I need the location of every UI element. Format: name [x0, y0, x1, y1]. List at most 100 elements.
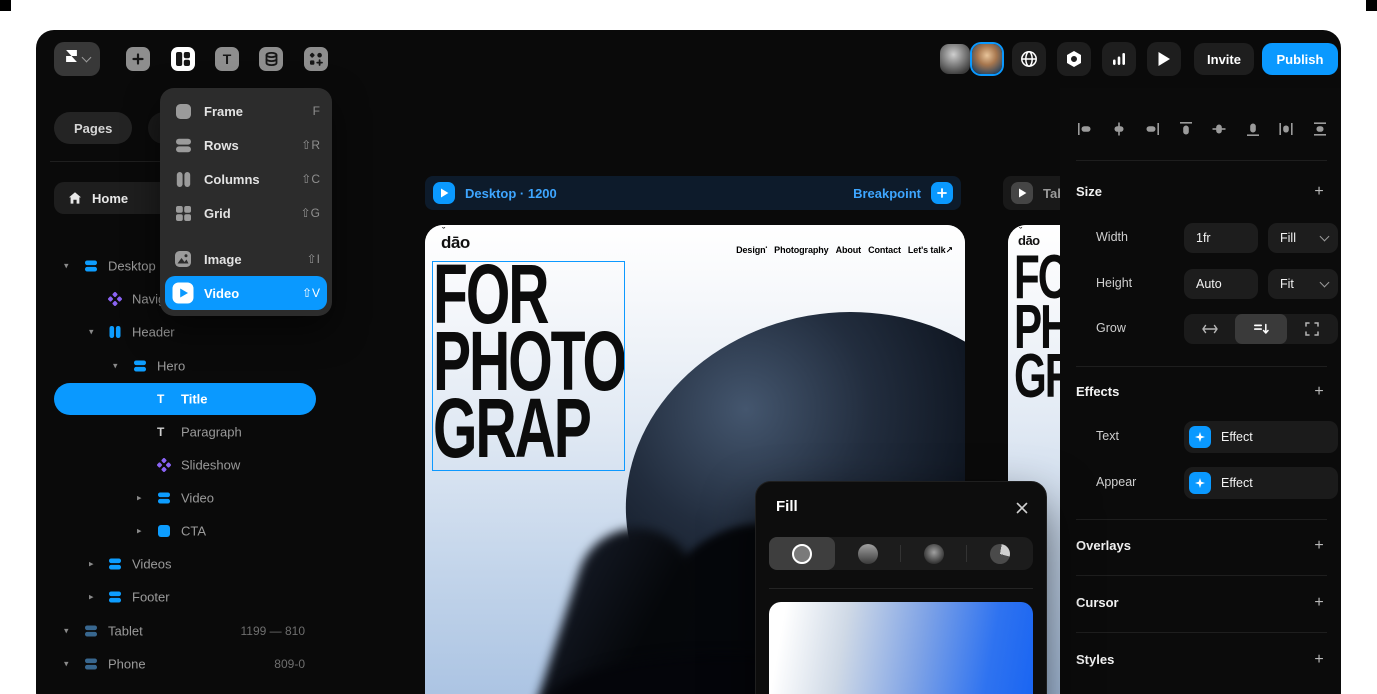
- preview-play-icon-tablet[interactable]: [1011, 182, 1033, 204]
- layer-row-slideshow[interactable]: Slideshow: [36, 449, 332, 481]
- component-icon: [157, 458, 171, 472]
- bar-chart-icon: [1111, 51, 1127, 67]
- text-effect-button[interactable]: Effect: [1184, 421, 1338, 453]
- fill-type-segmented-control: [769, 537, 1033, 570]
- align-center-horizontal-icon[interactable]: [1110, 120, 1128, 138]
- insert-plus-button[interactable]: [126, 47, 150, 71]
- layer-row-hero[interactable]: ▾ Hero: [36, 350, 332, 382]
- align-bottom-icon[interactable]: [1244, 120, 1262, 138]
- add-breakpoint-button[interactable]: [931, 182, 953, 204]
- rows-icon: [84, 259, 98, 273]
- plugins-button[interactable]: [1057, 42, 1091, 76]
- insert-cms-button[interactable]: [259, 47, 283, 71]
- layer-label: Phone: [108, 657, 146, 672]
- caret-down-icon[interactable]: ▾: [64, 659, 69, 670]
- globe-icon: [1020, 50, 1038, 68]
- analytics-button[interactable]: [1102, 42, 1136, 76]
- grow-text-option-selected[interactable]: [1235, 314, 1286, 344]
- layer-label: Paragraph: [181, 425, 242, 440]
- breakpoint-bar-desktop[interactable]: Desktop · 1200 Breakpoint: [425, 176, 961, 210]
- menu-item-frame[interactable]: FrameF: [160, 94, 332, 128]
- layer-row-video[interactable]: ▸ Video: [36, 482, 332, 514]
- publish-button[interactable]: Publish: [1262, 43, 1338, 75]
- preview-play-icon[interactable]: [433, 182, 455, 204]
- breakpoint-title[interactable]: Desktop · 1200: [465, 186, 557, 201]
- text-flow-down-icon: [1253, 323, 1269, 335]
- align-right-icon[interactable]: [1143, 120, 1161, 138]
- layer-label: Footer: [132, 590, 170, 605]
- width-input[interactable]: 1fr: [1184, 223, 1258, 253]
- align-center-vertical-icon[interactable]: [1210, 120, 1228, 138]
- collaborator-avatar-active[interactable]: [972, 44, 1002, 74]
- fill-type-solid-selected[interactable]: [769, 537, 835, 570]
- insert-text-button[interactable]: T: [215, 47, 239, 71]
- distribute-horizontal-icon[interactable]: [1277, 120, 1295, 138]
- size-section-title: Size: [1076, 184, 1102, 199]
- site-globe-button[interactable]: [1012, 42, 1046, 76]
- rows-icon: [133, 359, 147, 373]
- layer-row-footer[interactable]: ▸ Footer: [36, 581, 332, 613]
- layer-row-cta[interactable]: ▸ CTA: [36, 515, 332, 547]
- app-window: Desktop · 1200 Breakpoint ˇ dāo Design• …: [36, 30, 1341, 694]
- layer-row-tablet[interactable]: ▾ Tablet 1199 — 810: [36, 615, 332, 647]
- menu-item-columns[interactable]: Columns⇧C: [160, 162, 332, 196]
- width-mode-select[interactable]: Fill: [1268, 223, 1338, 253]
- insert-assets-button[interactable]: [304, 47, 328, 71]
- fill-type-angular[interactable]: [967, 537, 1033, 570]
- height-input[interactable]: Auto: [1184, 269, 1258, 299]
- angular-gradient-icon: [990, 544, 1010, 564]
- appear-effect-button[interactable]: Effect: [1184, 467, 1338, 499]
- sparkle-icon: [1189, 426, 1211, 448]
- height-mode-select[interactable]: Fit: [1268, 269, 1338, 299]
- nav-about: About: [836, 245, 862, 256]
- layer-row-title-selected[interactable]: T Title: [36, 383, 332, 415]
- scale-corners-icon: [1305, 322, 1319, 336]
- layer-row-phone[interactable]: ▾ Phone 809-0: [36, 648, 332, 680]
- grow-scale-option[interactable]: [1287, 314, 1338, 344]
- styles-add-button[interactable]: +: [1311, 651, 1327, 669]
- layer-row-header[interactable]: ▾ Header: [36, 316, 332, 348]
- menu-item-video-selected[interactable]: Video⇧V: [165, 276, 327, 310]
- framer-menu-button[interactable]: [54, 42, 100, 76]
- caret-down-icon[interactable]: ▾: [113, 361, 118, 372]
- caret-right-icon[interactable]: ▸: [137, 493, 142, 504]
- collaborator-avatar[interactable]: [940, 44, 970, 74]
- overlays-add-button[interactable]: +: [1311, 537, 1327, 555]
- menu-item-rows[interactable]: Rows⇧R: [160, 128, 332, 162]
- radial-gradient-icon: [924, 544, 944, 564]
- insert-layout-button-active[interactable]: [171, 47, 195, 71]
- size-add-button[interactable]: +: [1311, 183, 1327, 201]
- sidebar-tab-pages[interactable]: Pages: [54, 112, 132, 144]
- distribute-vertical-icon[interactable]: [1311, 120, 1329, 138]
- overlays-section-title: Overlays: [1076, 538, 1131, 553]
- text-tool-glyph: T: [223, 51, 232, 67]
- layer-row-paragraph[interactable]: T Paragraph: [36, 416, 332, 448]
- rows-icon: [108, 557, 122, 571]
- grow-horizontal-option[interactable]: [1184, 314, 1235, 344]
- breakpoint-add-label[interactable]: Breakpoint: [853, 186, 921, 201]
- component-icon: [108, 292, 122, 306]
- menu-item-grid[interactable]: Grid⇧G: [160, 196, 332, 230]
- align-left-icon[interactable]: [1076, 120, 1094, 138]
- layer-row-videos[interactable]: ▸ Videos: [36, 548, 332, 580]
- home-icon: [68, 191, 82, 205]
- caret-right-icon[interactable]: ▸: [137, 526, 142, 537]
- text-effect-label: Text: [1096, 429, 1119, 443]
- close-icon[interactable]: [1016, 502, 1028, 514]
- align-top-icon[interactable]: [1177, 120, 1195, 138]
- preview-button[interactable]: [1147, 42, 1181, 76]
- caret-down-icon[interactable]: ▾: [89, 327, 94, 338]
- caret-down-icon[interactable]: ▾: [64, 626, 69, 637]
- caret-down-icon[interactable]: ▾: [64, 261, 69, 272]
- effects-add-button[interactable]: +: [1311, 383, 1327, 401]
- cursor-add-button[interactable]: +: [1311, 594, 1327, 612]
- caret-right-icon[interactable]: ▸: [89, 559, 94, 570]
- layer-label: Slideshow: [181, 458, 240, 473]
- invite-button[interactable]: Invite: [1194, 43, 1254, 75]
- gradient-swatch[interactable]: [769, 602, 1033, 694]
- top-toolbar: T Invite Publish: [36, 30, 1341, 88]
- fill-type-linear[interactable]: [835, 537, 901, 570]
- fill-type-radial[interactable]: [901, 537, 967, 570]
- menu-item-image[interactable]: Image⇧I: [160, 242, 332, 276]
- caret-right-icon[interactable]: ▸: [89, 592, 94, 603]
